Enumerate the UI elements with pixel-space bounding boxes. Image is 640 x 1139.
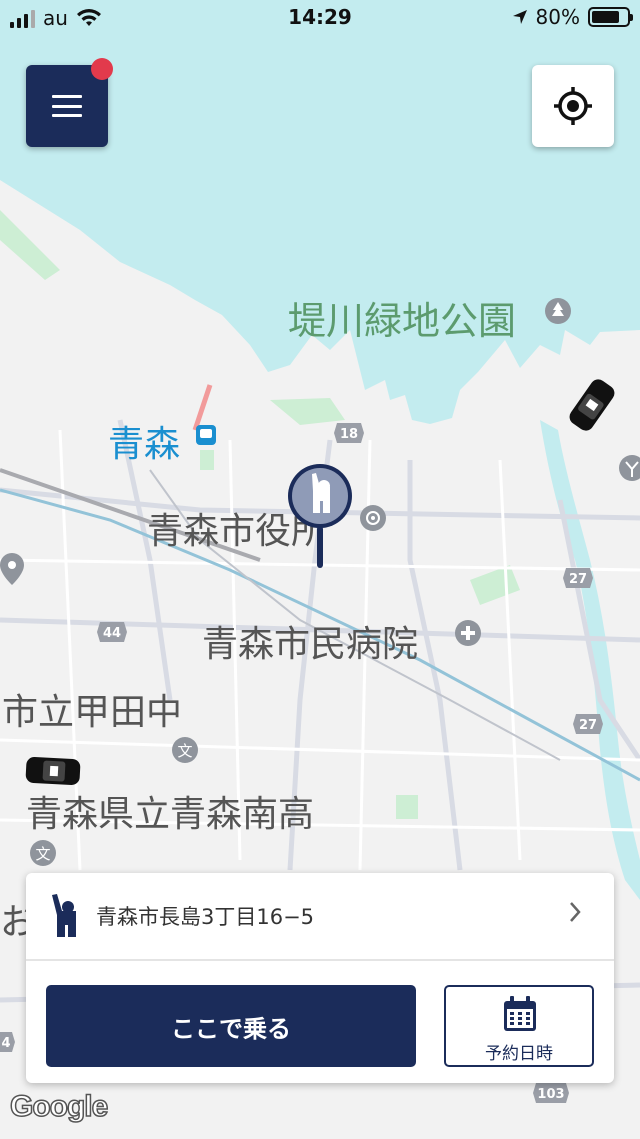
waving-person-icon bbox=[52, 894, 76, 937]
pickup-address: 青森市長島3丁目16−5 bbox=[96, 905, 315, 929]
map-label-school-1: 市立甲田中 bbox=[2, 692, 183, 733]
hamburger-icon bbox=[52, 95, 82, 117]
notification-dot bbox=[91, 58, 113, 80]
svg-text:文: 文 bbox=[177, 742, 192, 760]
crosshair-icon bbox=[554, 87, 592, 125]
pickup-card: 青森市長島3丁目16−5 ここで乗る 予約日時 bbox=[26, 873, 614, 1083]
poi-park-icon bbox=[545, 298, 571, 324]
poi-school-icon: 文 bbox=[172, 737, 198, 763]
svg-text:文: 文 bbox=[35, 845, 50, 863]
map-label-station: 青森 bbox=[108, 424, 181, 465]
reserve-label: 予約日時 bbox=[485, 1044, 553, 1064]
battery-percent: 80% bbox=[535, 5, 580, 29]
divider bbox=[26, 959, 614, 961]
current-location-button[interactable] bbox=[532, 65, 614, 147]
pickup-pin-marker[interactable] bbox=[284, 462, 356, 572]
poi-station-icon bbox=[196, 425, 216, 445]
poi-hospital-icon bbox=[455, 620, 481, 646]
reserve-datetime-button[interactable]: 予約日時 bbox=[444, 985, 594, 1067]
location-arrow-icon bbox=[512, 10, 527, 24]
ride-here-button[interactable]: ここで乗る bbox=[46, 985, 416, 1067]
pickup-address-row[interactable]: 青森市長島3丁目16−5 bbox=[26, 873, 614, 959]
map-label-school-2: 青森県立青森南高 bbox=[26, 794, 315, 835]
map-label-park: 堤川緑地公園 bbox=[288, 299, 517, 343]
road-shield-4: 4 bbox=[1, 1036, 10, 1051]
status-bar: au 14:29 80% bbox=[0, 0, 640, 36]
chevron-right-icon bbox=[570, 902, 581, 922]
road-shield-44: 44 bbox=[103, 626, 121, 641]
google-logo: Google bbox=[9, 1089, 109, 1124]
road-shield-27a: 27 bbox=[569, 572, 587, 587]
taxi-car-icon bbox=[25, 757, 81, 785]
poi-school-icon: 文 bbox=[30, 840, 56, 866]
poi-city-hall-icon bbox=[360, 505, 386, 531]
road-shield-27b: 27 bbox=[579, 718, 597, 733]
road-shield-18: 18 bbox=[340, 427, 358, 442]
calendar-icon bbox=[504, 996, 536, 1031]
road-shield-103: 103 bbox=[537, 1087, 564, 1102]
battery-icon bbox=[588, 7, 633, 27]
map-label-hospital: 青森市民病院 bbox=[202, 624, 419, 665]
